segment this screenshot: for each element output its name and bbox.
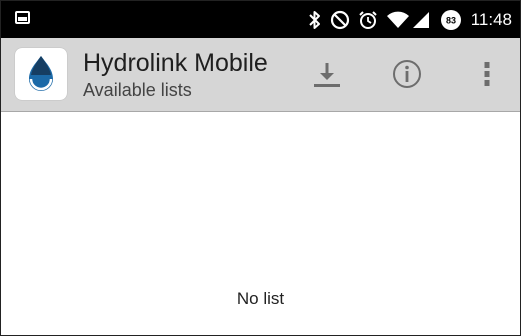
app-subtitle: Available lists	[83, 80, 192, 100]
app-logo-icon[interactable]	[15, 48, 67, 100]
download-button[interactable]	[301, 48, 353, 100]
status-icons: 83 11:48	[300, 1, 520, 38]
battery-icon: 83	[440, 9, 462, 31]
svg-text:83: 83	[446, 15, 456, 25]
info-button[interactable]	[381, 48, 433, 100]
wifi-icon	[386, 11, 410, 29]
status-time: 11:48	[470, 9, 512, 29]
app-title: Hydrolink Mobile	[83, 49, 268, 77]
status-bar: 83 11:48	[1, 1, 520, 38]
action-bar: Hydrolink Mobile Available lists	[1, 38, 520, 112]
signal-icon	[412, 11, 430, 29]
do-not-disturb-icon	[330, 10, 350, 30]
overflow-menu-button[interactable]	[461, 48, 513, 100]
app-window: 83 11:48 Hydrolink Mobile Available list…	[0, 0, 521, 336]
alarm-icon	[358, 10, 378, 30]
empty-list-message: No list	[236, 289, 285, 308]
gallery-icon	[15, 11, 30, 24]
bluetooth-icon	[308, 10, 322, 30]
overflow-menu-icon	[484, 62, 490, 86]
download-icon	[314, 63, 340, 87]
info-icon	[393, 60, 421, 88]
list-content: No list	[1, 112, 520, 335]
